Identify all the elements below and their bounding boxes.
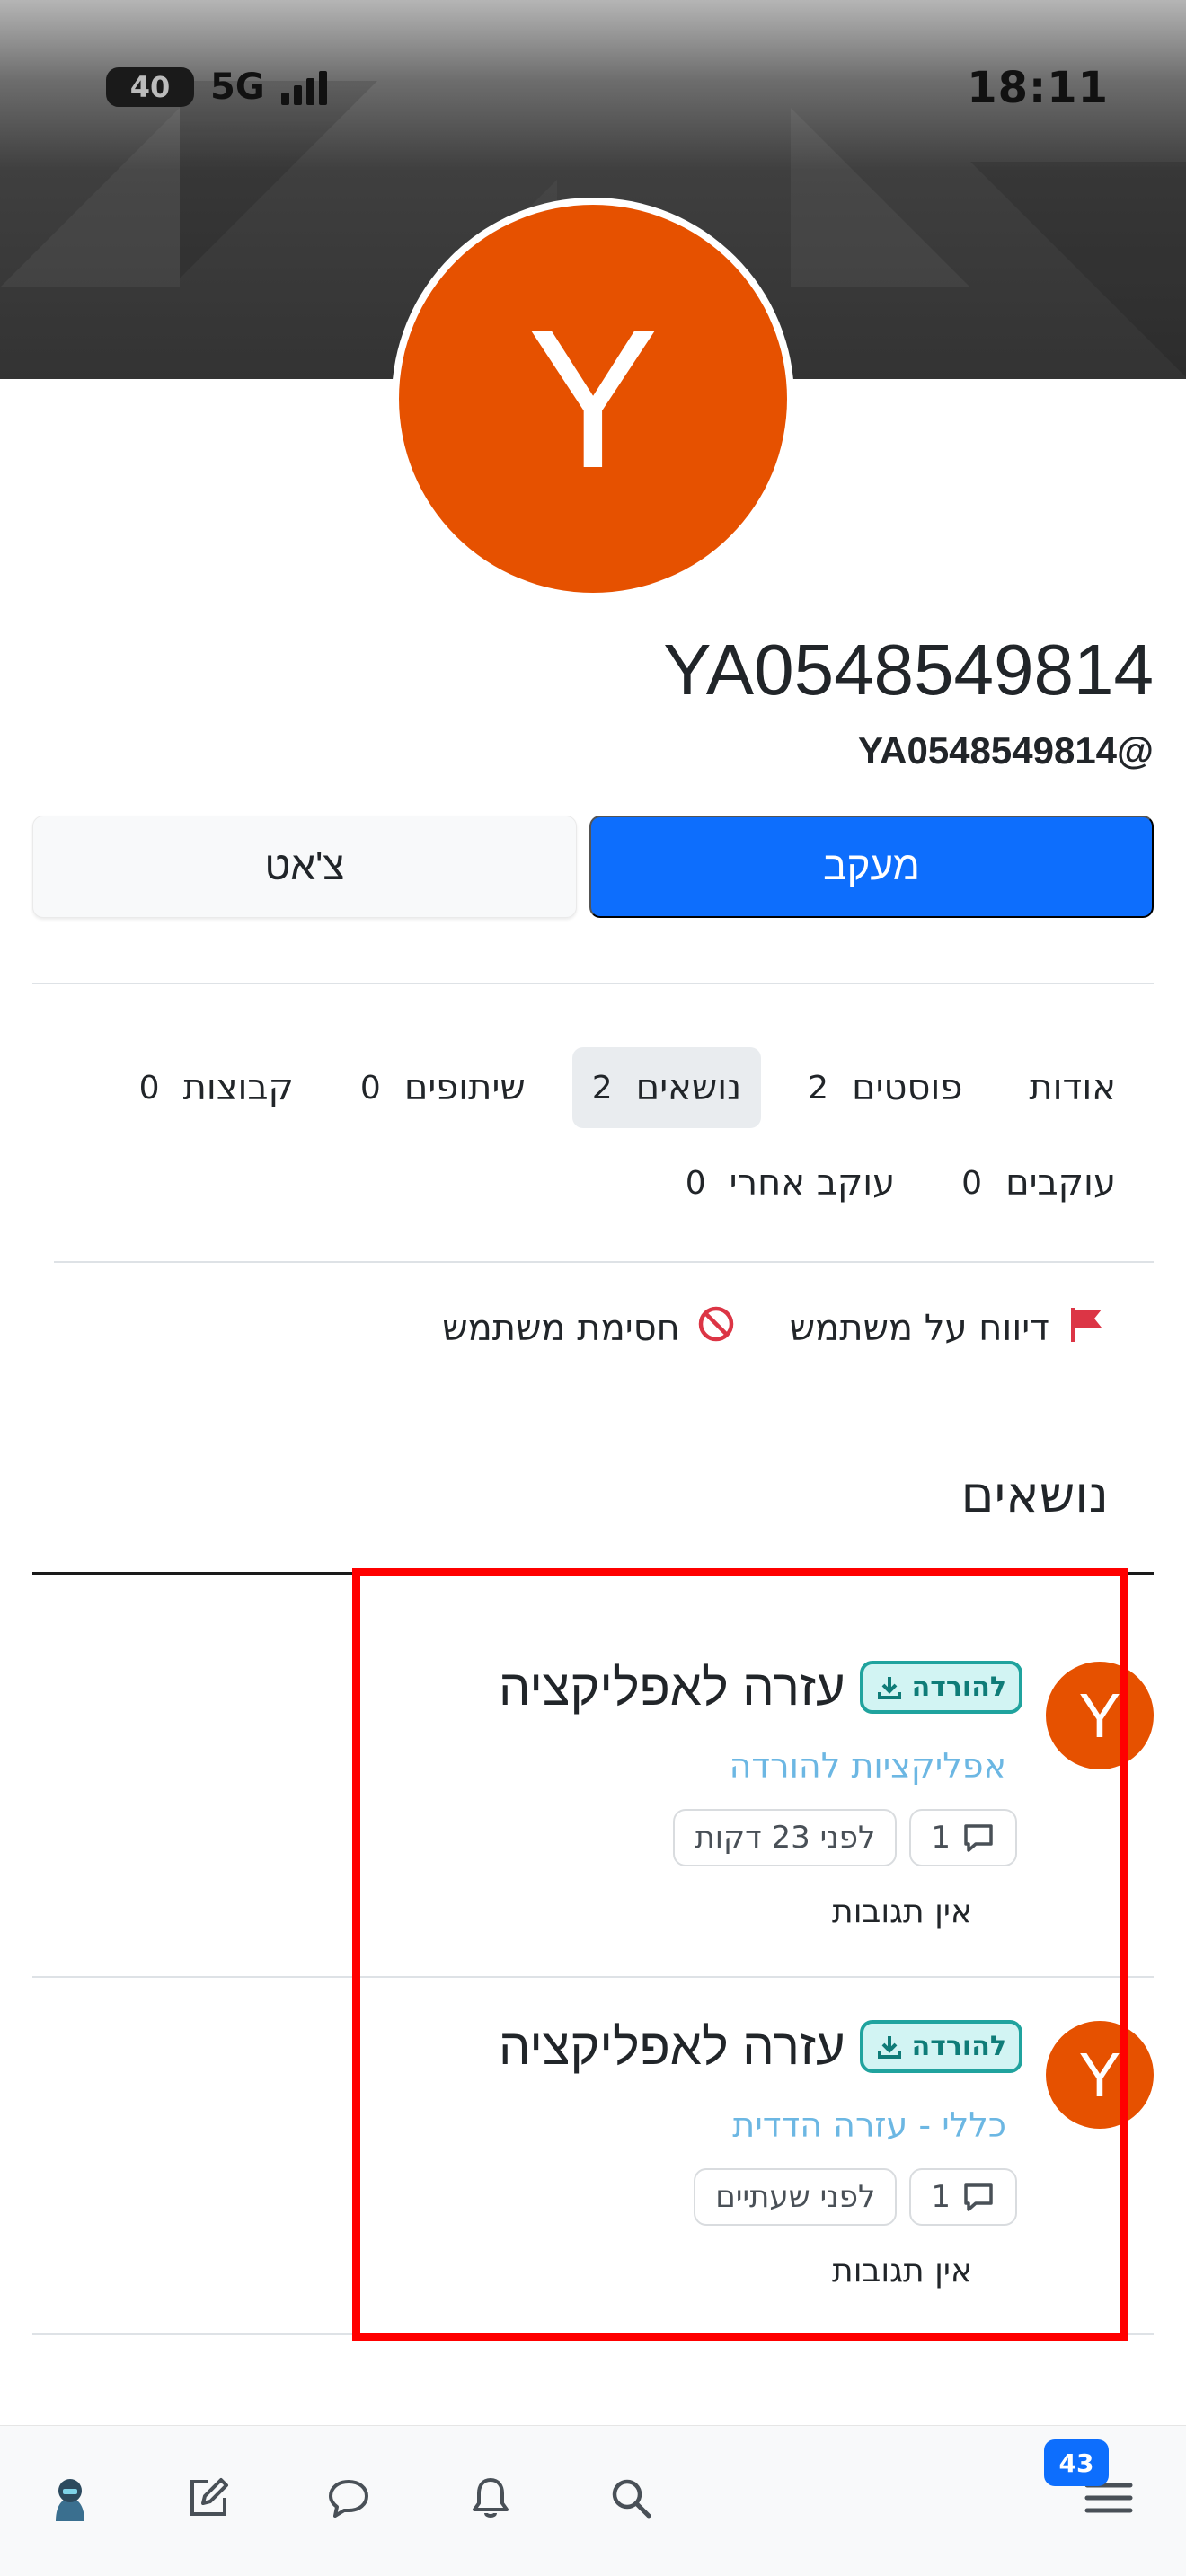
tab-label: שיתופים <box>403 1067 526 1108</box>
status-time: 18:11 <box>967 63 1109 113</box>
divider <box>54 1261 1154 1263</box>
follow-button[interactable]: מעקב <box>589 816 1154 918</box>
profile-avatar: Y <box>392 198 794 600</box>
profile-display-name: YA0548549814 <box>663 630 1154 710</box>
status-indicators: 40 5G <box>106 66 327 108</box>
compose-icon[interactable] <box>181 2471 235 2525</box>
block-user-link[interactable]: חסימת משתמש <box>442 1304 736 1353</box>
tab-count: 0 <box>138 1069 160 1107</box>
signal-icon <box>280 69 327 105</box>
report-user-link[interactable]: דיווח על משתמש <box>790 1304 1105 1353</box>
tab-count: 2 <box>591 1069 613 1107</box>
network-label: 5G <box>210 66 265 108</box>
battery-icon: 40 <box>106 67 194 107</box>
tab-topics[interactable]: נושאים 2 <box>571 1047 762 1128</box>
tab-about[interactable]: אודות <box>1009 1047 1136 1128</box>
block-user-label: חסימת משתמש <box>442 1308 680 1349</box>
profile-username: YA0548549814@ <box>857 729 1154 772</box>
tab-posts[interactable]: פוסטים 2 <box>788 1047 982 1128</box>
report-user-label: דיווח על משתמש <box>789 1308 1049 1349</box>
divider <box>32 983 1154 984</box>
highlight-box <box>352 1568 1128 2341</box>
tab-label: עוקב אחרי <box>729 1162 896 1204</box>
chat-icon[interactable] <box>322 2471 376 2525</box>
tab-shares[interactable]: שיתופים 0 <box>341 1047 545 1128</box>
tab-count: 0 <box>359 1069 381 1107</box>
bottom-nav-bar <box>0 2425 1186 2576</box>
bell-icon[interactable] <box>464 2471 518 2525</box>
search-icon[interactable] <box>604 2471 658 2525</box>
tab-count: 2 <box>808 1069 829 1107</box>
tab-followers[interactable]: עוקבים 0 <box>942 1142 1136 1223</box>
flag-icon <box>1066 1304 1105 1353</box>
tab-label: פוסטים <box>852 1067 963 1108</box>
user-avatar-icon[interactable] <box>43 2471 97 2525</box>
profile-nav: אודות פוסטים 2 נושאים 2 שיתופים 0 קבוצות… <box>119 1047 1136 1128</box>
tab-label: אודות <box>1029 1067 1116 1108</box>
section-title: נושאים <box>960 1466 1109 1524</box>
tab-following[interactable]: עוקב אחרי 0 <box>666 1142 915 1223</box>
tab-count: 0 <box>685 1164 706 1202</box>
tab-count: 0 <box>961 1164 983 1202</box>
tab-groups[interactable]: קבוצות 0 <box>119 1047 314 1128</box>
notification-badge: 43 <box>1044 2439 1109 2486</box>
tab-label: עוקבים <box>1005 1162 1116 1204</box>
tab-label: נושאים <box>635 1067 742 1108</box>
user-actions: דיווח על משתמש חסימת משתמש <box>442 1304 1105 1353</box>
tab-label: קבוצות <box>182 1067 294 1108</box>
chat-button[interactable]: צ'אט <box>32 816 577 918</box>
avatar-letter: Y <box>399 205 787 593</box>
ban-icon <box>696 1304 736 1353</box>
profile-nav-row-2: עוקבים 0 עוקב אחרי 0 <box>666 1142 1136 1223</box>
